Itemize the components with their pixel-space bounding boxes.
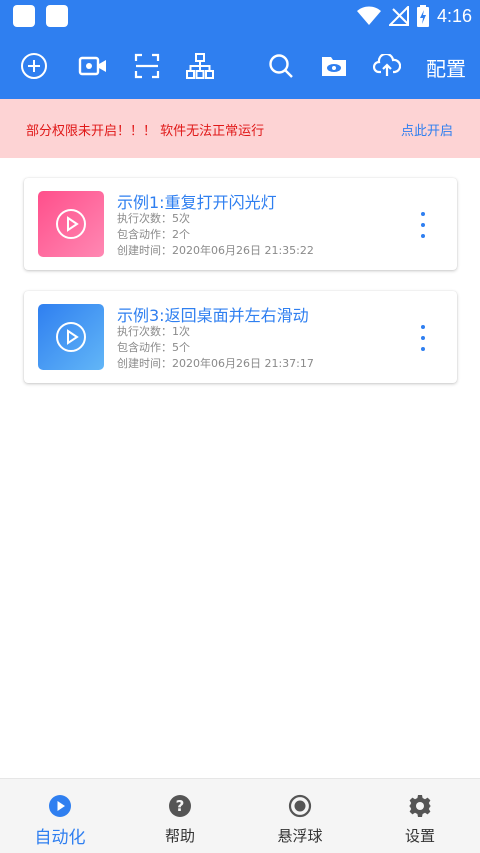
toolbar: 配置 (0, 33, 480, 99)
permission-warning-banner: 部分权限未开启！！！ 软件无法正常运行 点此开启 (0, 99, 480, 158)
video-icon[interactable] (78, 51, 108, 81)
wifi-icon (356, 6, 381, 25)
nav-settings[interactable]: 设置 (360, 779, 480, 853)
folder-eye-icon[interactable] (319, 51, 349, 81)
scan-icon[interactable] (132, 51, 162, 81)
bottom-navigation: 自动化 ? 帮助 悬浮球 设置 (0, 778, 480, 853)
more-options-icon[interactable] (419, 212, 427, 238)
help-icon: ? (169, 795, 191, 817)
exec-count: 执行次数：1次 (117, 325, 190, 338)
nav-label: 设置 (404, 827, 435, 845)
nav-label: 帮助 (164, 827, 195, 845)
nav-automation[interactable]: 自动化 (0, 779, 120, 853)
script-card[interactable]: 示例3:返回桌面并左右滑动 执行次数：1次 包含动作：5个 创建时间：2020年… (24, 291, 457, 383)
add-icon[interactable] (19, 51, 49, 81)
play-circle-icon (49, 795, 71, 817)
script-title: 示例1:重复打开闪光灯 (117, 193, 277, 212)
nav-label: 自动化 (34, 828, 86, 848)
play-icon (56, 209, 86, 239)
svg-text:?: ? (176, 797, 185, 815)
config-button[interactable]: 配置 (426, 53, 466, 82)
exec-count: 执行次数：5次 (117, 212, 190, 225)
cloud-upload-icon[interactable] (372, 51, 402, 81)
gear-icon (409, 795, 431, 817)
script-thumbnail (38, 304, 104, 370)
nav-help[interactable]: ? 帮助 (120, 779, 240, 853)
status-icons: 4:16 (356, 5, 472, 27)
script-card[interactable]: 示例1:重复打开闪光灯 执行次数：5次 包含动作：2个 创建时间：2020年06… (24, 178, 457, 270)
script-thumbnail (38, 191, 104, 257)
notification-icon (13, 5, 35, 27)
created-time: 创建时间：2020年06月26日 21:35:22 (117, 244, 314, 257)
created-time: 创建时间：2020年06月26日 21:37:17 (117, 357, 314, 370)
more-options-icon[interactable] (419, 325, 427, 351)
nav-floating-ball[interactable]: 悬浮球 (240, 779, 360, 853)
search-icon[interactable] (266, 51, 296, 81)
status-bar: 4:16 (0, 0, 480, 33)
play-icon (56, 322, 86, 352)
nav-label: 悬浮球 (277, 827, 323, 845)
enable-permission-link[interactable]: 点此开启 (401, 120, 453, 139)
warning-message: 部分权限未开启！！！ 软件无法正常运行 (26, 124, 265, 139)
action-count: 包含动作：2个 (117, 228, 190, 241)
script-title: 示例3:返回桌面并左右滑动 (117, 306, 309, 325)
battery-charging-icon (416, 5, 429, 27)
clock: 4:16 (436, 5, 472, 26)
hierarchy-icon[interactable] (185, 51, 215, 81)
action-count: 包含动作：5个 (117, 341, 190, 354)
notification-icon (46, 5, 68, 27)
radio-icon (288, 794, 312, 818)
no-signal-icon (388, 6, 409, 26)
